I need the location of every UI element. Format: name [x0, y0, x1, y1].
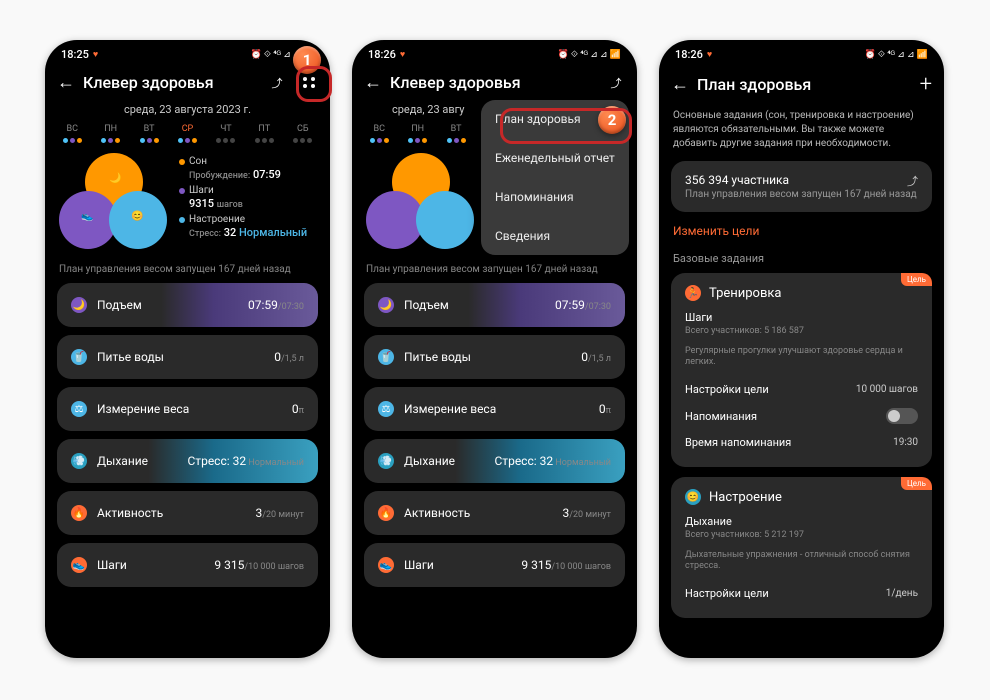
day-ВТ[interactable]: ВТ — [140, 124, 159, 143]
card-icon: 🌙 — [378, 297, 394, 313]
card-icon: 🥤 — [71, 349, 87, 365]
card-icon: 👟 — [71, 557, 87, 573]
cards-list: 🌙Подъем07:59/07:30 🥤Питье воды0/1,5 л ⚖Изм… — [352, 283, 637, 587]
card-Питье воды[interactable]: 🥤Питье воды0/1,5 л — [57, 335, 318, 379]
card-Активность[interactable]: 🔥Активность3/20 минут — [57, 491, 318, 535]
clover-graphic — [366, 153, 476, 258]
mood-card: Цель 😊Настроение Дыхание Всего участнико… — [671, 477, 932, 618]
steps-label: Шаги — [189, 185, 214, 196]
week-row: ВС ПН ВТ СР ЧТ ПТ СБ — [45, 124, 330, 143]
back-icon[interactable]: ← — [364, 72, 382, 93]
plan-description: Основные задания (сон, тренировка и наст… — [659, 103, 944, 161]
card-icon: 💨 — [378, 453, 394, 469]
day-СР[interactable]: СР — [178, 124, 197, 143]
card-Измерение веса[interactable]: ⚖Измерение веса0π — [364, 387, 625, 431]
reminders-row[interactable]: Напоминания — [685, 402, 918, 430]
run-icon: 🏃 — [685, 285, 701, 301]
health-icon: ♥ — [400, 49, 405, 60]
card-icon: 🔥 — [71, 505, 87, 521]
plan-note: План управления весом запущен 167 дней н… — [352, 264, 637, 275]
card-icon: 🥤 — [378, 349, 394, 365]
goal-settings-row[interactable]: Настройки цели10 000 шагов — [685, 377, 918, 402]
status-bar: 18:25♥ ⏰ ⟐ ⁴ᴳ ⊿ ⊿ 📶 — [45, 40, 330, 68]
card-icon: ⚖ — [71, 401, 87, 417]
mood-icon: 😊 — [685, 489, 701, 505]
annotation-badge-2: 2 — [598, 106, 626, 134]
participants-box[interactable]: 356 394 участника План управления весом … — [671, 161, 932, 212]
menu-item[interactable]: Напоминания — [481, 177, 629, 216]
card-Подъем[interactable]: 🌙Подъем07:59/07:30 — [57, 283, 318, 327]
card-Шаги[interactable]: 👟Шаги9 315/10 000 шагов — [364, 543, 625, 587]
mood-label: Настроение — [189, 214, 245, 225]
cards-list: 🌙Подъем07:59/07:30 🥤Питье воды0/1,5 л ⚖Изм… — [45, 283, 330, 587]
goal-tag: Цель — [901, 477, 932, 490]
share-icon[interactable]: ⤴ — [268, 74, 286, 92]
back-icon[interactable]: ← — [671, 74, 689, 95]
change-goals-link[interactable]: Изменить цели — [659, 222, 944, 248]
clover-graphic: 🌙 👟 😊 — [59, 153, 169, 258]
health-icon: ♥ — [93, 49, 98, 60]
day-ПН[interactable]: ПН — [408, 124, 427, 143]
annotation-badge-1: 1 — [293, 46, 321, 74]
card-Дыхание[interactable]: 💨ДыханиеСтресс: 32 Нормальный — [364, 439, 625, 483]
sleep-label: Сон — [189, 156, 207, 167]
status-time: 18:26 — [368, 48, 396, 61]
page-title: Клевер здоровья — [390, 73, 593, 92]
screen-2-menu-open: 18:26♥ ⏰ ⟐ ⁴ᴳ ⊿ ⊿ 📶 ← Клевер здоровья ⤴ … — [352, 40, 637, 658]
card-icon: 👟 — [378, 557, 394, 573]
stats-panel: Сон Пробуждение: 07:59 Шаги 9315 шагов Н… — [179, 153, 316, 243]
card-icon: 🌙 — [71, 297, 87, 313]
day-ЧТ[interactable]: ЧТ — [216, 124, 235, 143]
status-bar: 18:26 ♥ ⏰ ⟐ ⁴ᴳ ⊿ ⊿ 📶 — [352, 40, 637, 68]
status-time: 18:25 — [61, 48, 89, 61]
page-title: Клевер здоровья — [83, 73, 254, 92]
menu-icon[interactable] — [300, 74, 318, 92]
add-icon[interactable]: + — [920, 72, 932, 97]
status-icons: ⏰ ⟐ ⁴ᴳ ⊿ ⊿ 📶 — [557, 49, 621, 60]
card-Активность[interactable]: 🔥Активность3/20 минут — [364, 491, 625, 535]
card-Питье воды[interactable]: 🥤Питье воды0/1,5 л — [364, 335, 625, 379]
reminder-toggle[interactable] — [886, 408, 918, 424]
status-time: 18:26 — [675, 48, 703, 61]
card-Шаги[interactable]: 👟Шаги9 315/10 000 шагов — [57, 543, 318, 587]
day-ВС[interactable]: ВС — [370, 124, 389, 143]
card-Дыхание[interactable]: 💨ДыханиеСтресс: 32 Нормальный — [57, 439, 318, 483]
day-ПН[interactable]: ПН — [101, 124, 120, 143]
section-title: Базовые задания — [659, 248, 944, 273]
menu-item[interactable]: Еженедельный отчет — [481, 138, 629, 177]
card-icon: 🔥 — [378, 505, 394, 521]
reminder-time-row[interactable]: Время напоминания19:30 — [685, 430, 918, 455]
day-СБ[interactable]: СБ — [293, 124, 312, 143]
goal-settings-row[interactable]: Настройки цели1/день — [685, 581, 918, 606]
status-bar: 18:26 ♥ ⏰ ⟐ ⁴ᴳ ⊿ ⊿ 📶 — [659, 40, 944, 68]
screen-3-health-plan: 18:26 ♥ ⏰ ⟐ ⁴ᴳ ⊿ ⊿ 📶 ← План здоровья + Ос… — [659, 40, 944, 658]
card-Измерение веса[interactable]: ⚖Измерение веса0π — [57, 387, 318, 431]
card-icon: ⚖ — [378, 401, 394, 417]
page-title: План здоровья — [697, 75, 912, 94]
day-ВС[interactable]: ВС — [63, 124, 82, 143]
plan-note: План управления весом запущен 167 дней н… — [45, 264, 330, 275]
health-icon: ♥ — [707, 49, 712, 60]
screen-1-clover: 18:25♥ ⏰ ⟐ ⁴ᴳ ⊿ ⊿ 📶 ← Клевер здоровья ⤴ … — [45, 40, 330, 658]
share-icon[interactable]: ⤴ — [907, 173, 918, 189]
card-Подъем[interactable]: 🌙Подъем07:59/07:30 — [364, 283, 625, 327]
back-icon[interactable]: ← — [57, 72, 75, 93]
goal-tag: Цель — [901, 273, 932, 286]
status-icons: ⏰ ⟐ ⁴ᴳ ⊿ ⊿ 📶 — [864, 49, 928, 60]
workout-card: Цель 🏃Тренировка Шаги Всего участников: … — [671, 273, 932, 467]
card-icon: 💨 — [71, 453, 87, 469]
menu-item[interactable]: Сведения — [481, 216, 629, 255]
day-ВТ[interactable]: ВТ — [447, 124, 466, 143]
date-label: среда, 23 августа 2023 г. — [45, 103, 330, 116]
share-icon[interactable]: ⤴ — [607, 74, 625, 92]
day-ПТ[interactable]: ПТ — [255, 124, 274, 143]
